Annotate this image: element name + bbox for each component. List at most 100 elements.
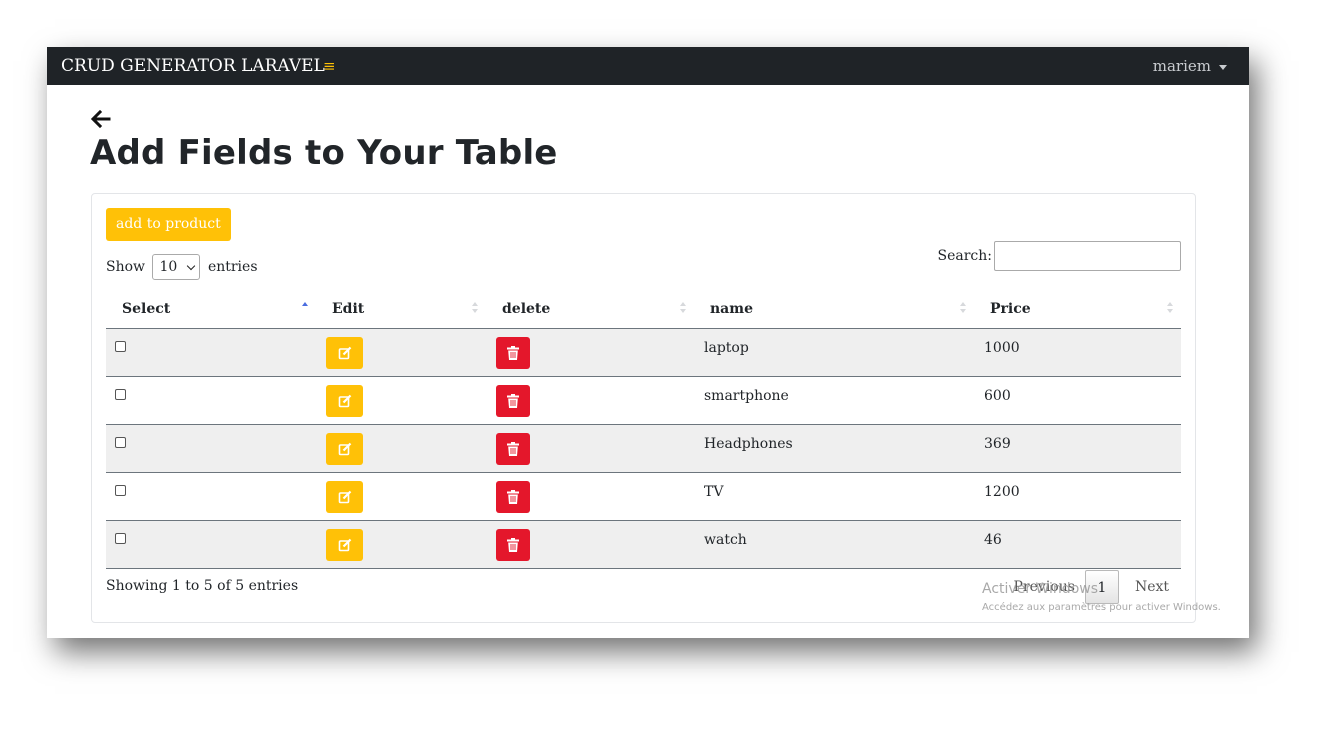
- edit-icon: [338, 394, 351, 408]
- edit-icon: [338, 490, 351, 504]
- show-label: Show: [106, 259, 146, 275]
- trash-icon: [507, 538, 519, 552]
- select-cell: [106, 328, 316, 377]
- select-cell: [106, 376, 316, 425]
- column-header-price[interactable]: Price: [974, 290, 1181, 329]
- column-header-delete[interactable]: delete: [486, 290, 694, 329]
- top-navbar: CRUD GENERATOR LARAVEL ≡ mariem: [47, 47, 1249, 85]
- delete-cell: [486, 520, 694, 569]
- entries-length-control: Show 10 entries: [106, 252, 258, 282]
- delete-button[interactable]: [496, 433, 530, 465]
- windows-activation-subtext: Accédez aux paramètres pour activer Wind…: [982, 602, 1221, 613]
- edit-button[interactable]: [326, 529, 363, 561]
- caret-down-icon: [1219, 64, 1227, 70]
- edit-button[interactable]: [326, 337, 363, 369]
- row-checkbox[interactable]: [115, 437, 126, 448]
- trash-icon: [507, 346, 519, 360]
- row-checkbox[interactable]: [115, 389, 126, 400]
- price-cell: 600: [974, 376, 1181, 425]
- edit-icon: [338, 346, 351, 360]
- delete-button[interactable]: [496, 529, 530, 561]
- page-title: Add Fields to Your Table: [90, 133, 558, 173]
- windows-activation-watermark: Activer Windows: [982, 581, 1099, 597]
- arrow-left-icon[interactable]: [89, 107, 113, 131]
- row-checkbox[interactable]: [115, 485, 126, 496]
- entries-select-value: 10: [159, 259, 178, 275]
- column-label: Edit: [332, 301, 365, 317]
- table-header-row: Select Edit delete name Price: [106, 290, 1181, 329]
- delete-button[interactable]: [496, 337, 530, 369]
- product-price: 1200: [984, 484, 1020, 500]
- table-info: Showing 1 to 5 of 5 entries: [106, 578, 299, 594]
- column-header-name[interactable]: name: [694, 290, 974, 329]
- price-cell: 1000: [974, 328, 1181, 377]
- price-cell: 369: [974, 424, 1181, 473]
- select-cell: [106, 520, 316, 569]
- column-header-select[interactable]: Select: [106, 290, 316, 329]
- row-checkbox[interactable]: [115, 341, 126, 352]
- table-row: laptop 1000: [106, 328, 1181, 377]
- delete-cell: [486, 424, 694, 473]
- price-cell: 46: [974, 520, 1181, 569]
- column-label: name: [710, 301, 753, 317]
- table-row: smartphone 600: [106, 376, 1181, 425]
- sort-asc-icon: [302, 302, 310, 316]
- delete-cell: [486, 328, 694, 377]
- search-input[interactable]: [994, 241, 1181, 271]
- user-menu[interactable]: mariem: [1153, 51, 1227, 81]
- column-label: Select: [122, 301, 171, 317]
- table-card: add to product Show 10 entries Search: S…: [91, 193, 1196, 623]
- trash-icon: [507, 442, 519, 456]
- product-name: TV: [704, 484, 724, 500]
- delete-cell: [486, 376, 694, 425]
- edit-cell: [316, 328, 486, 377]
- select-cell: [106, 472, 316, 521]
- trash-icon: [507, 490, 519, 504]
- data-table: Select Edit delete name Price laptop 100…: [106, 290, 1181, 569]
- sort-icon: [1167, 302, 1175, 316]
- navbar-brand[interactable]: CRUD GENERATOR LARAVEL: [61, 51, 325, 81]
- table-row: TV 1200: [106, 472, 1181, 521]
- column-header-edit[interactable]: Edit: [316, 290, 486, 329]
- chevron-down-icon: [187, 261, 196, 271]
- add-to-product-button[interactable]: add to product: [106, 208, 231, 241]
- select-cell: [106, 424, 316, 473]
- sort-icon: [472, 302, 480, 316]
- column-label: delete: [502, 301, 551, 317]
- price-cell: 1200: [974, 472, 1181, 521]
- name-cell: Headphones: [694, 424, 974, 473]
- edit-icon: [338, 538, 351, 552]
- entries-label: entries: [207, 259, 258, 275]
- edit-cell: [316, 472, 486, 521]
- app-window: CRUD GENERATOR LARAVEL ≡ mariem Add Fiel…: [47, 47, 1249, 638]
- sort-icon: [680, 302, 688, 316]
- product-price: 369: [984, 436, 1011, 452]
- entries-select[interactable]: 10: [152, 254, 201, 280]
- edit-cell: [316, 520, 486, 569]
- name-cell: laptop: [694, 328, 974, 377]
- product-name: Headphones: [704, 436, 793, 452]
- search-control: Search:: [937, 241, 1181, 271]
- trash-icon: [507, 394, 519, 408]
- name-cell: smartphone: [694, 376, 974, 425]
- column-label: Price: [990, 301, 1031, 317]
- menu-toggle-icon[interactable]: ≡: [323, 52, 337, 80]
- edit-cell: [316, 376, 486, 425]
- row-checkbox[interactable]: [115, 533, 126, 544]
- delete-cell: [486, 472, 694, 521]
- table-row: watch 46: [106, 520, 1181, 569]
- product-name: smartphone: [704, 388, 789, 404]
- search-label: Search:: [937, 248, 993, 264]
- edit-button[interactable]: [326, 481, 363, 513]
- edit-button[interactable]: [326, 385, 363, 417]
- sort-icon: [960, 302, 968, 316]
- product-price: 600: [984, 388, 1011, 404]
- user-name: mariem: [1152, 57, 1211, 75]
- name-cell: TV: [694, 472, 974, 521]
- edit-cell: [316, 424, 486, 473]
- delete-button[interactable]: [496, 385, 530, 417]
- delete-button[interactable]: [496, 481, 530, 513]
- next-page-button[interactable]: Next: [1119, 570, 1179, 604]
- edit-button[interactable]: [326, 433, 363, 465]
- product-name: watch: [704, 532, 747, 548]
